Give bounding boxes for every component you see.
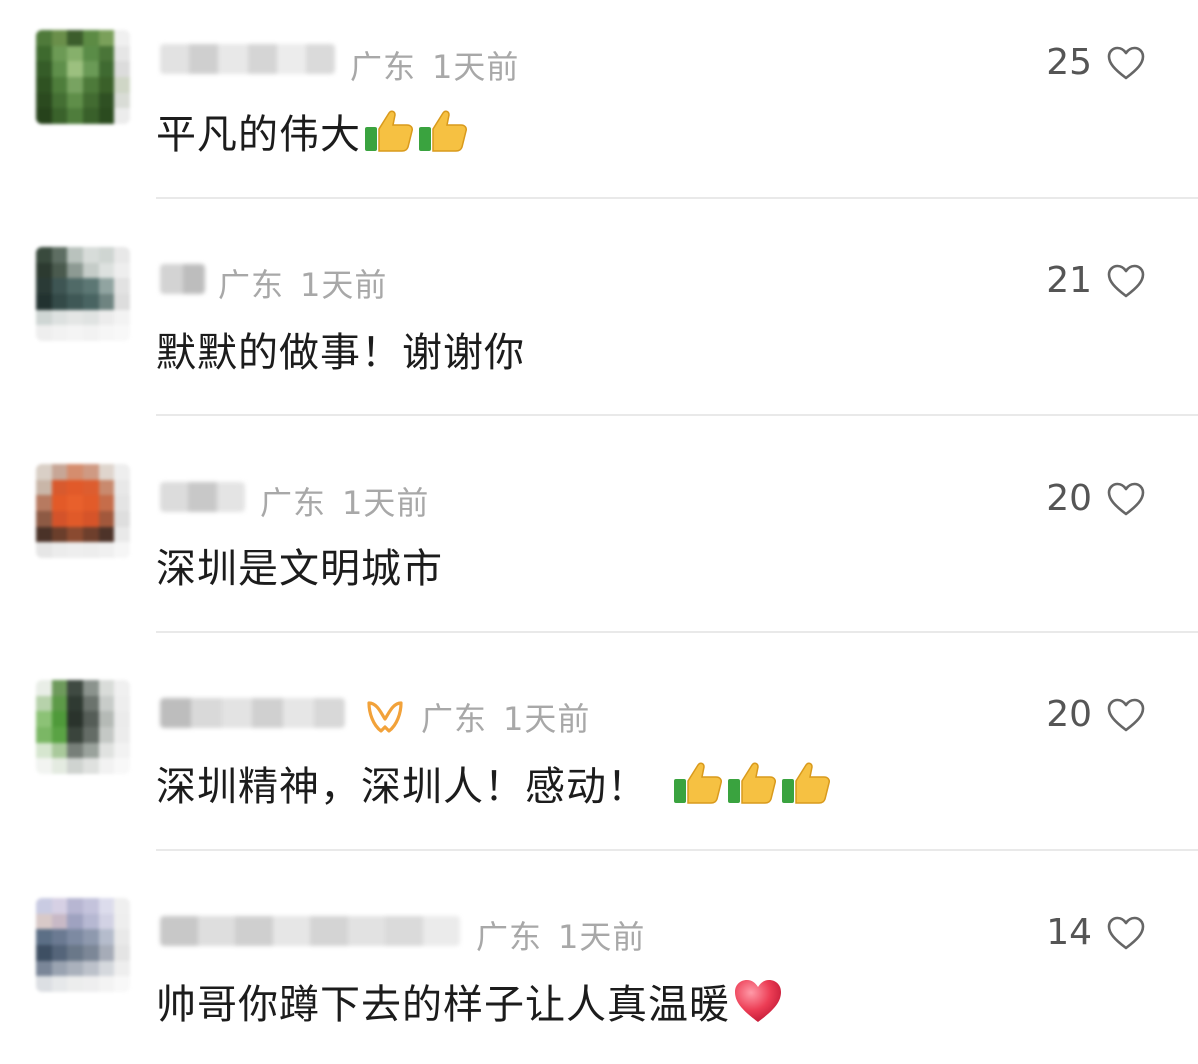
divider [156,849,1198,851]
timestamp: 1天前 [342,484,430,522]
vip-ribbon-icon [367,701,403,733]
username-blurred[interactable] [160,264,205,294]
comment-body: 平凡的伟大 [156,112,361,158]
avatar[interactable] [36,898,130,992]
username-blurred[interactable] [160,482,245,512]
comment-text: 默默的做事！谢谢你 [156,320,525,378]
avatar[interactable] [36,30,130,124]
like-control[interactable]: 14 [1046,912,1146,953]
heart-outline-icon[interactable] [1106,697,1146,733]
avatar[interactable] [36,680,130,774]
divider [156,414,1198,416]
avatar[interactable] [36,464,130,558]
like-control[interactable]: 25 [1046,42,1146,83]
comment-body: 深圳精神，深圳人！感动！ [156,764,648,810]
thumbs-up-emoji-icon [419,110,467,152]
heart-outline-icon[interactable] [1106,481,1146,517]
heart-outline-icon[interactable] [1106,45,1146,81]
location: 广东 [421,700,488,738]
like-count: 14 [1046,912,1092,953]
username-blurred[interactable] [160,916,460,946]
comment-meta: 广东 1天前 [260,478,429,524]
username-blurred[interactable] [160,44,335,74]
divider [156,631,1198,633]
timestamp: 1天前 [300,266,388,304]
username-blurred[interactable] [160,698,345,728]
comment-text: 深圳是文明城市 [156,536,443,594]
comment-meta: 广东 1天前 [365,694,590,740]
thumbs-up-emoji-icon [674,762,722,804]
like-control[interactable]: 20 [1046,478,1146,519]
divider [156,197,1198,199]
timestamp: 1天前 [432,48,520,86]
like-count: 21 [1046,260,1092,301]
comment-meta: 广东 1天前 [350,42,519,88]
thumbs-up-emoji-icon [782,762,830,804]
comment-meta: 广东 1天前 [218,260,387,306]
location: 广东 [476,918,543,956]
like-count: 20 [1046,694,1092,735]
red-heart-emoji-icon [735,980,781,1022]
timestamp: 1天前 [558,918,646,956]
like-count: 20 [1046,478,1092,519]
location: 广东 [260,484,327,522]
comment-text: 平凡的伟大 [156,102,469,160]
thumbs-up-emoji-icon [728,762,776,804]
comment-text: 深圳精神，深圳人！感动！ [156,754,832,812]
comment-body: 帅哥你蹲下去的样子让人真温暖 [156,982,730,1028]
thumbs-up-emoji-icon [365,110,413,152]
comment-body: 默默的做事！谢谢你 [156,330,525,376]
avatar[interactable] [36,247,130,341]
comment-text: 帅哥你蹲下去的样子让人真温暖 [156,972,784,1030]
heart-outline-icon[interactable] [1106,263,1146,299]
comment-body: 深圳是文明城市 [156,546,443,592]
like-control[interactable]: 21 [1046,260,1146,301]
location: 广东 [218,266,285,304]
comment-meta: 广东 1天前 [476,912,645,958]
heart-outline-icon[interactable] [1106,915,1146,951]
timestamp: 1天前 [503,700,591,738]
like-control[interactable]: 20 [1046,694,1146,735]
location: 广东 [350,48,417,86]
like-count: 25 [1046,42,1092,83]
